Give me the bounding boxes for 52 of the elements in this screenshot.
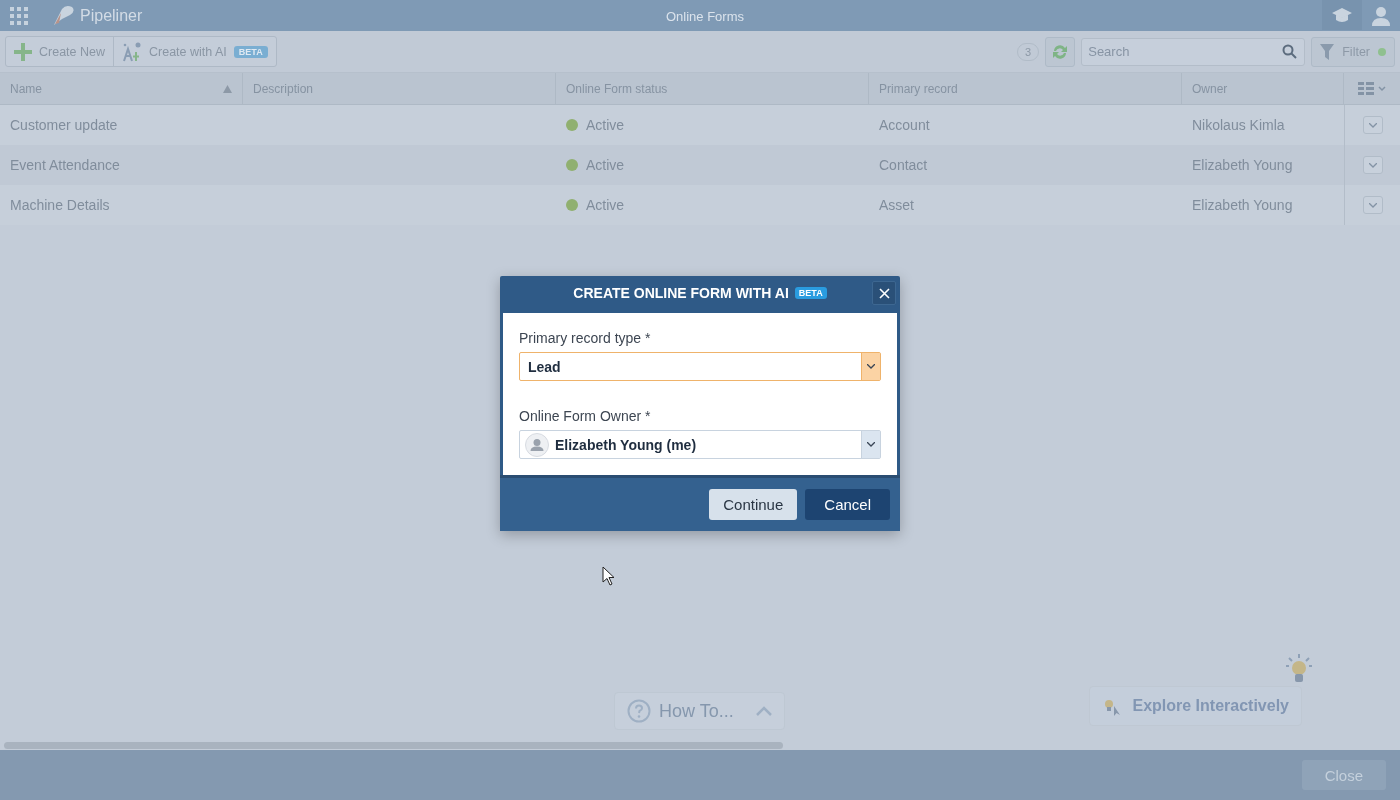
chevron-down-icon: [867, 364, 875, 369]
table-cell: Customer update: [10, 117, 118, 133]
app-name: Pipeliner: [80, 7, 143, 25]
table-cell: Active: [586, 197, 625, 213]
ai-sparkle-icon: [122, 41, 142, 62]
column-settings-icon[interactable]: [1358, 81, 1386, 96]
search-field[interactable]: Search: [1081, 37, 1306, 66]
beta-badge: BETA: [794, 287, 827, 299]
table-cell: Active: [586, 117, 625, 133]
dialog-title: CREATE ONLINE FORM WITH AI: [573, 285, 789, 301]
table-cell: Nikolaus Kimla: [1192, 117, 1285, 133]
table-cell: Event Attendance: [10, 157, 120, 173]
table-cell: Active: [586, 157, 625, 173]
table-cell: Elizabeth Young: [1192, 197, 1293, 213]
refresh-icon: [1051, 42, 1070, 61]
table-cell: Account: [879, 117, 930, 133]
table-cell: Asset: [879, 197, 914, 213]
refresh-button[interactable]: [1045, 36, 1076, 67]
how-to-button[interactable]: How To...: [614, 692, 785, 730]
row-menu-button[interactable]: [1362, 156, 1383, 174]
explore-interactively-button[interactable]: Explore Interactively: [1089, 686, 1302, 726]
row-menu-button[interactable]: [1362, 196, 1383, 214]
cancel-button[interactable]: Cancel: [805, 489, 890, 520]
create-with-ai-button[interactable]: Create with AI BETA: [114, 37, 276, 66]
chevron-down-icon: [867, 442, 875, 447]
search-icon: [1282, 43, 1298, 59]
field-label: Online Form Owner *: [519, 408, 652, 424]
create-new-button[interactable]: Create New: [6, 37, 114, 66]
chevron-up-icon: [755, 706, 772, 716]
chevron-down-icon: [1368, 122, 1377, 128]
table-cell: Contact: [879, 157, 928, 173]
plus-icon: [14, 42, 32, 61]
page-title: Online Forms: [666, 8, 744, 24]
row-menu-button[interactable]: [1362, 116, 1383, 134]
chevron-down-icon: [1368, 202, 1377, 208]
mouse-cursor-icon: [602, 566, 615, 586]
funnel-icon: [1320, 43, 1335, 60]
continue-button[interactable]: Continue: [709, 489, 798, 520]
graduation-cap-icon[interactable]: [1322, 0, 1362, 30]
field-label: Primary record type *: [519, 330, 652, 346]
dropdown-field[interactable]: Elizabeth Young (me): [519, 430, 881, 459]
help-icon: [627, 699, 651, 723]
avatar-icon: [525, 432, 549, 457]
dropdown-field[interactable]: Lead: [519, 352, 881, 381]
beta-badge: BETA: [233, 45, 268, 58]
chevron-down-icon: [1368, 162, 1377, 168]
close-icon: [878, 287, 890, 299]
table-cell: Machine Details: [10, 197, 110, 213]
apps-grid-icon[interactable]: [10, 7, 28, 25]
table-cell: Elizabeth Young: [1192, 157, 1293, 173]
close-button[interactable]: [872, 281, 896, 305]
scrollbar-thumb[interactable]: [4, 742, 783, 749]
